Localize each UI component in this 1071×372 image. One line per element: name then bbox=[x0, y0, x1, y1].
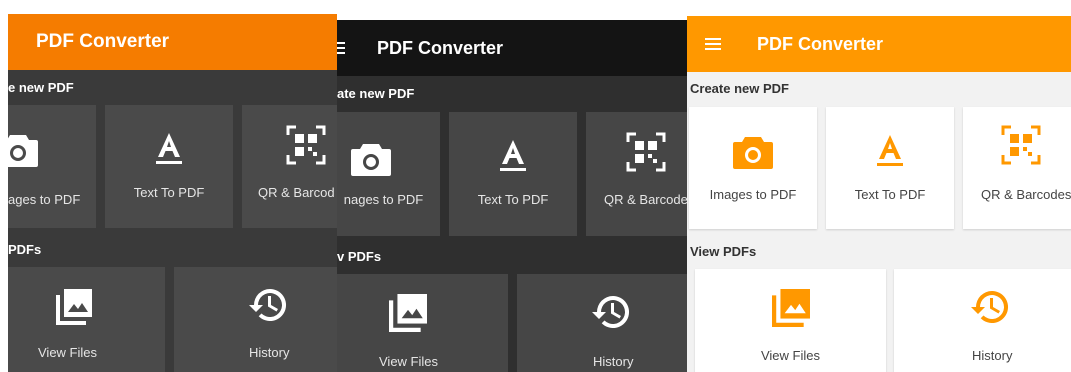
text-to-pdf-label: Text To PDF bbox=[133, 185, 205, 200]
app-title: PDF Converter bbox=[377, 37, 504, 58]
photo-library-icon bbox=[56, 289, 92, 325]
camera-icon bbox=[351, 142, 391, 176]
history-label: History bbox=[593, 354, 634, 369]
view-files-card[interactable]: View Files bbox=[8, 267, 165, 372]
app-title: PDF Converter bbox=[36, 31, 170, 52]
text-to-pdf-label: Text To PDF bbox=[477, 192, 549, 207]
photo-library-icon bbox=[389, 294, 427, 332]
qr-barcode-card[interactable]: QR & Barcod bbox=[242, 105, 337, 228]
text-format-icon bbox=[498, 138, 528, 172]
qr-barcode-card[interactable]: QR & Barcode bbox=[586, 112, 687, 236]
app-bar: PDF Converter bbox=[337, 20, 687, 76]
screenshot-panel-2: PDF Converter ate new PDF nages to PDF T… bbox=[337, 20, 687, 372]
images-to-pdf-card[interactable]: ages to PDF bbox=[8, 105, 96, 228]
images-to-pdf-card[interactable]: Images to PDF bbox=[689, 107, 817, 229]
images-to-pdf-card[interactable]: nages to PDF bbox=[337, 112, 440, 236]
section-create-new-pdf: ate new PDF bbox=[337, 86, 415, 101]
menu-icon[interactable] bbox=[705, 35, 721, 53]
view-files-label: View Files bbox=[379, 354, 439, 369]
history-icon bbox=[970, 289, 1010, 325]
images-to-pdf-label: nages to PDF bbox=[343, 192, 424, 207]
section-view-pdfs: PDFs bbox=[8, 242, 42, 257]
qr-barcode-label: QR & Barcodes bbox=[981, 187, 1071, 202]
app-bar: PDF Converter bbox=[687, 16, 1071, 72]
camera-icon bbox=[8, 133, 38, 167]
history-card[interactable]: History bbox=[517, 274, 687, 372]
history-label: History bbox=[249, 345, 290, 360]
section-create-new-pdf: Create new PDF bbox=[690, 81, 789, 96]
view-files-label: View Files bbox=[760, 348, 820, 363]
screenshot-panel-3: PDF Converter Create new PDF Images to P… bbox=[687, 16, 1071, 372]
photo-library-icon bbox=[771, 289, 810, 327]
history-icon bbox=[248, 287, 288, 323]
text-to-pdf-card[interactable]: Text To PDF bbox=[826, 107, 954, 229]
text-format-icon bbox=[875, 133, 905, 167]
qr-barcode-card[interactable]: QR & Barcodes bbox=[963, 107, 1071, 229]
text-format-icon bbox=[154, 131, 184, 165]
section-create-new-pdf: e new PDF bbox=[8, 80, 74, 95]
section-view-pdfs: View PDFs bbox=[690, 244, 757, 259]
history-icon bbox=[591, 294, 631, 330]
qr-code-icon bbox=[1001, 125, 1041, 165]
camera-icon bbox=[733, 135, 773, 169]
images-to-pdf-label: ages to PDF bbox=[8, 192, 81, 207]
app-title: PDF Converter bbox=[757, 33, 884, 54]
history-card[interactable]: History bbox=[174, 267, 337, 372]
qr-barcode-label: QR & Barcode bbox=[604, 192, 687, 207]
text-to-pdf-card[interactable]: Text To PDF bbox=[449, 112, 577, 236]
qr-code-icon bbox=[626, 132, 666, 172]
history-label: History bbox=[972, 348, 1013, 363]
qr-barcode-label: QR & Barcod bbox=[258, 185, 335, 200]
text-to-pdf-label: Text To PDF bbox=[854, 187, 926, 202]
view-files-label: View Files bbox=[38, 345, 98, 360]
text-to-pdf-card[interactable]: Text To PDF bbox=[105, 105, 233, 228]
images-to-pdf-label: Images to PDF bbox=[709, 187, 797, 202]
history-card[interactable]: History bbox=[894, 269, 1071, 372]
view-files-card[interactable]: View Files bbox=[337, 274, 508, 372]
view-files-card[interactable]: View Files bbox=[695, 269, 886, 372]
menu-icon[interactable] bbox=[337, 39, 345, 57]
app-bar: PDF Converter bbox=[8, 14, 337, 70]
section-view-pdfs: v PDFs bbox=[337, 249, 382, 264]
qr-code-icon bbox=[286, 125, 326, 165]
screenshot-panel-1: PDF Converter e new PDF ages to PDF Text… bbox=[8, 14, 337, 372]
